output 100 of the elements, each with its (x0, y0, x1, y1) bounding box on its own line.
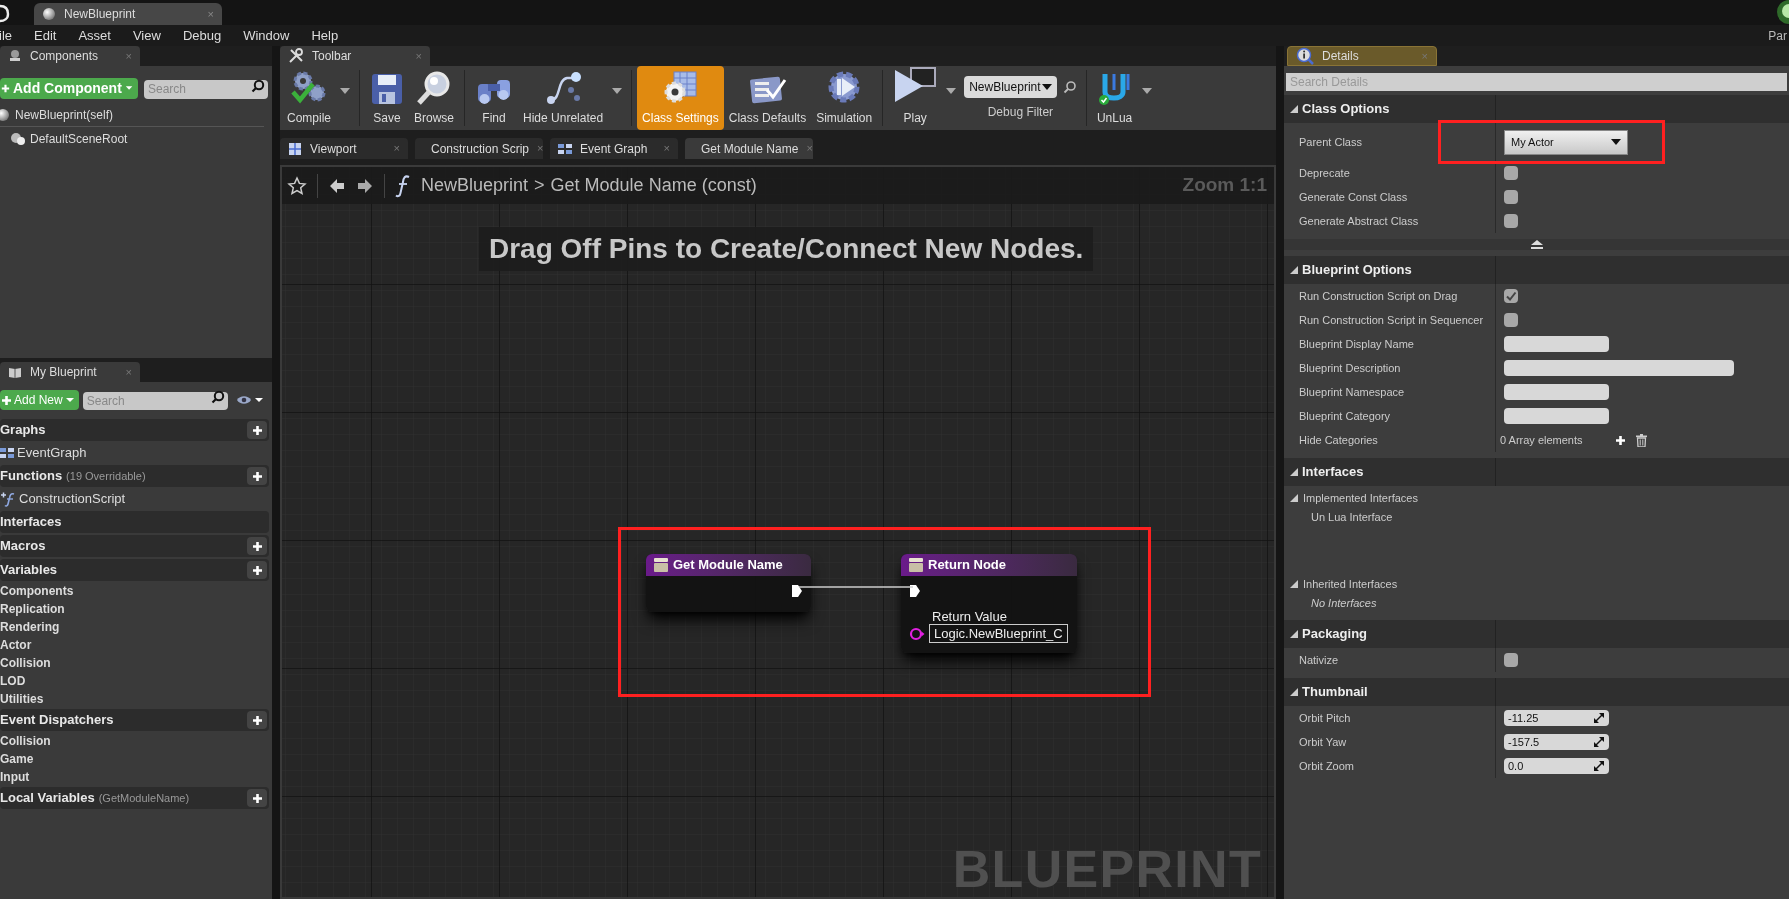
toolbar-button[interactable]: Class Defaults (723, 66, 812, 130)
category-item[interactable]: Collision (0, 654, 272, 672)
expand-triangle-icon[interactable] (1290, 105, 1298, 113)
star-icon[interactable] (287, 175, 307, 196)
number-field[interactable]: 0.0 (1504, 758, 1609, 774)
window-tab[interactable]: NewBlueprint × (34, 3, 222, 25)
panel-tab[interactable]: Details × (1287, 46, 1437, 66)
expand-triangle-icon[interactable] (1290, 688, 1298, 696)
category-item[interactable]: Components (0, 582, 272, 600)
toolbar-button[interactable]: Play (888, 66, 943, 130)
category-item[interactable]: LOD (0, 672, 272, 690)
menu-item[interactable]: Help (311, 25, 339, 46)
panel-tab[interactable]: My Blueprint × (0, 362, 140, 382)
trash-icon[interactable] (1636, 433, 1647, 447)
collapse-arrow-icon[interactable] (1529, 240, 1544, 249)
checkbox[interactable] (1504, 653, 1518, 667)
category-item[interactable]: Utilities (0, 690, 272, 708)
section-note: (19 Overridable) (66, 468, 146, 484)
add-button[interactable] (247, 421, 267, 439)
breadcrumb-item[interactable]: NewBlueprint (421, 172, 529, 199)
document-tab[interactable]: Get Module Name × (685, 138, 813, 159)
tree-item[interactable]: NewBlueprint(self) (0, 103, 264, 127)
toolbar-button[interactable]: UnLua (1091, 66, 1138, 130)
search-field[interactable]: Search (82, 392, 228, 410)
caret-icon (124, 85, 133, 91)
add-button[interactable] (247, 561, 267, 579)
expand-triangle-icon[interactable] (1290, 580, 1298, 588)
add-button[interactable] (247, 467, 267, 485)
category-title: Thumbnail (1302, 683, 1368, 702)
interface-item: Un Lua Interface (1310, 509, 1394, 525)
text-field[interactable] (1504, 384, 1609, 400)
property-label: Nativize (1299, 652, 1339, 668)
category-title: Interfaces (1302, 463, 1364, 482)
wrench-icon (288, 48, 304, 64)
search-field[interactable]: Search (144, 79, 268, 99)
text-field[interactable] (1504, 408, 1609, 424)
add-button[interactable] (247, 789, 267, 807)
expand-triangle-icon[interactable] (1290, 630, 1298, 638)
menu-item[interactable]: View (132, 25, 161, 46)
category-item[interactable]: Input (0, 768, 272, 786)
expand-triangle-icon[interactable] (1290, 468, 1298, 476)
menu-item[interactable]: Edit (34, 25, 57, 46)
exec-pin-icon[interactable] (791, 584, 803, 598)
menu-item[interactable]: Asset (78, 25, 111, 46)
toolbar-button[interactable]: Compile (282, 66, 336, 130)
plus-icon (251, 424, 263, 436)
text-field[interactable] (1504, 336, 1609, 352)
add-button[interactable] (247, 537, 267, 555)
number-field[interactable]: -157.5 (1504, 734, 1609, 750)
caret-icon (254, 397, 264, 403)
category-item[interactable]: Actor (0, 636, 272, 654)
toolbar-button[interactable]: Find (470, 66, 519, 130)
category-item[interactable]: Game (0, 750, 272, 768)
add-button[interactable] (247, 711, 267, 729)
document-tab[interactable]: Event Graph × (550, 138, 678, 159)
parent-class-dropdown[interactable]: My Actor (1504, 129, 1628, 155)
text-field[interactable] (1504, 360, 1734, 376)
panel-tab[interactable]: Components × (0, 46, 140, 66)
view-options-button[interactable] (236, 395, 264, 405)
toolbar-button[interactable]: Browse (409, 66, 460, 130)
category-item[interactable]: Collision (0, 732, 272, 750)
checkbox[interactable] (1504, 190, 1518, 204)
search-icon[interactable] (1062, 79, 1077, 94)
category-item[interactable]: Replication (0, 600, 272, 618)
property-label: Orbit Pitch (1299, 710, 1351, 726)
panel-tab[interactable]: Toolbar × (280, 46, 430, 66)
menu-item[interactable]: Debug (182, 25, 222, 46)
caret-icon (612, 88, 623, 94)
forward-arrow-icon[interactable] (356, 176, 374, 195)
checkbox[interactable] (1504, 289, 1518, 303)
menu-item[interactable]: Window (243, 25, 290, 46)
tree-item[interactable]: DefaultSceneRoot (0, 127, 272, 151)
expand-triangle-icon[interactable] (1290, 494, 1298, 502)
property-label: Orbit Zoom (1299, 758, 1354, 774)
toolbar-button[interactable]: Hide Unrelated (518, 66, 609, 130)
property-label: Run Construction Script on Drag (1299, 288, 1458, 304)
menu-item[interactable]: ile (0, 25, 12, 46)
add-icon[interactable] (1615, 434, 1626, 446)
search-icon (251, 79, 265, 93)
property-label: Run Construction Script in Sequencer (1299, 312, 1484, 328)
checkbox[interactable] (1504, 313, 1518, 327)
function-icon (395, 173, 411, 198)
expand-triangle-icon[interactable] (1290, 266, 1298, 274)
data-pin-icon[interactable] (909, 626, 925, 641)
property-label: Generate Abstract Class (1299, 213, 1419, 229)
debug-filter-dropdown[interactable]: NewBlueprint (964, 75, 1057, 98)
value-field[interactable]: Logic.NewBlueprint_C (929, 624, 1068, 643)
viewport-icon (288, 141, 302, 156)
toolbar-button[interactable]: Simulation (811, 66, 878, 130)
graph-node[interactable]: Get Module Name (646, 554, 811, 612)
group-label: Implemented Interfaces (1303, 490, 1418, 506)
category-item[interactable]: Rendering (0, 618, 272, 636)
toolbar-button[interactable]: Save (365, 66, 409, 130)
document-tab[interactable]: Viewport × (280, 138, 408, 159)
exec-pin-icon[interactable] (909, 584, 921, 598)
checkbox[interactable] (1504, 214, 1518, 228)
checkbox[interactable] (1504, 166, 1518, 180)
graph-node[interactable]: Return Node Return Value Logic.NewBlueprint_C (901, 554, 1077, 653)
document-tab[interactable]: Construction Scrip × (415, 138, 543, 159)
number-field[interactable]: -11.25 (1504, 710, 1609, 726)
